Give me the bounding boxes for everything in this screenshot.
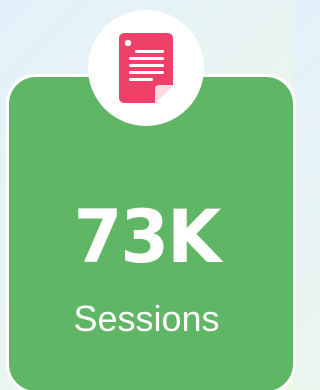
stat-value: 73K: [73, 193, 222, 281]
icon-badge: [88, 10, 204, 126]
document-icon: [119, 33, 173, 103]
stat-label: Sessions: [73, 298, 220, 339]
